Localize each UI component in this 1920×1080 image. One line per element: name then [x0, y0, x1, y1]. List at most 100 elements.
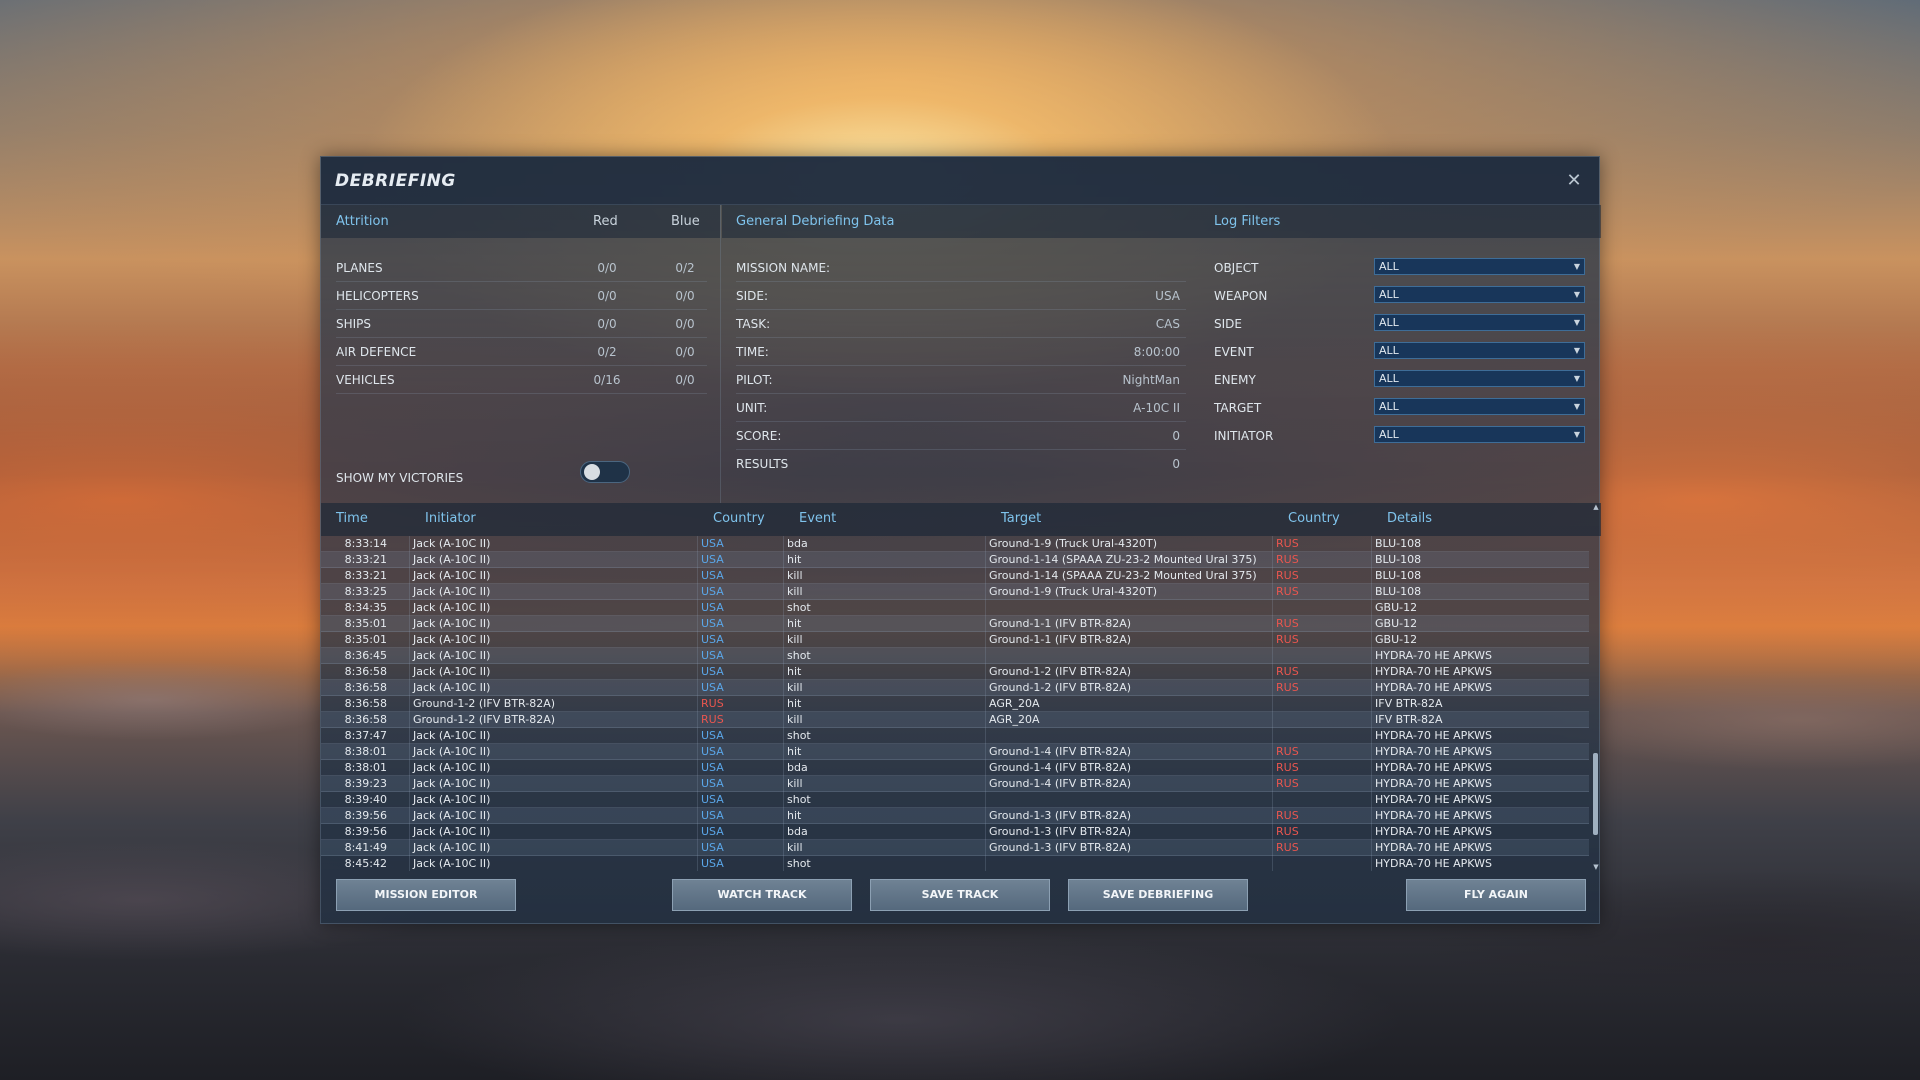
- mission-editor-button[interactable]: MISSION EDITOR: [336, 879, 516, 911]
- log-target: Ground-1-4 (IFV BTR-82A): [989, 777, 1132, 790]
- log-initiator-country: USA: [701, 729, 724, 742]
- log-row[interactable]: 8:33:21 Jack (A-10C II) USA kill Ground-1-14…: [321, 568, 1589, 584]
- scroll-thumb[interactable]: [1593, 753, 1598, 835]
- log-details: HYDRA-70 HE APKWS: [1375, 841, 1492, 854]
- log-event: kill: [787, 633, 803, 646]
- log-target: Ground-1-3 (IFV BTR-82A): [989, 825, 1132, 838]
- scroll-down-icon[interactable]: ▼: [1592, 863, 1600, 871]
- log-details: BLU-108: [1375, 569, 1422, 582]
- log-initiator-country: USA: [701, 569, 724, 582]
- select-value: ALL: [1379, 260, 1399, 273]
- weapon-filter-select[interactable]: ALL ▼: [1374, 286, 1585, 303]
- blue-column-header: Blue: [671, 214, 700, 229]
- log-time: 8:33:21: [344, 569, 387, 582]
- col-header-target[interactable]: Target: [1001, 511, 1041, 526]
- log-row[interactable]: 8:34:35 Jack (A-10C II) USA shot GBU-12: [321, 600, 1589, 616]
- log-initiator: Jack (A-10C II): [413, 809, 491, 822]
- log-initiator-country: USA: [701, 809, 724, 822]
- log-time: 8:36:58: [344, 681, 387, 694]
- target-filter-select[interactable]: ALL ▼: [1374, 398, 1585, 415]
- log-time: 8:38:01: [344, 761, 387, 774]
- log-target: Ground-1-14 (SPAAA ZU-23-2 Mounted Ural …: [989, 569, 1257, 582]
- log-time: 8:34:35: [344, 601, 387, 614]
- col-header-target-country[interactable]: Country: [1288, 511, 1340, 526]
- log-row[interactable]: 8:33:25 Jack (A-10C II) USA kill Ground-1-9 …: [321, 584, 1589, 600]
- chevron-down-icon: ▼: [1573, 290, 1580, 299]
- log-target: Ground-1-4 (IFV BTR-82A): [989, 761, 1132, 774]
- log-row[interactable]: 8:39:56 Jack (A-10C II) USA bda Ground-1-3 (…: [321, 824, 1589, 840]
- event-filter-select[interactable]: ALL ▼: [1374, 342, 1585, 359]
- log-row[interactable]: 8:35:01 Jack (A-10C II) USA hit Ground-1-1 (…: [321, 616, 1589, 632]
- watch-track-button[interactable]: WATCH TRACK: [672, 879, 852, 911]
- log-initiator: Jack (A-10C II): [413, 601, 491, 614]
- log-details: IFV BTR-82A: [1375, 697, 1443, 710]
- log-target-country: RUS: [1276, 585, 1299, 598]
- log-initiator: Jack (A-10C II): [413, 649, 491, 662]
- enemy-filter-select[interactable]: ALL ▼: [1374, 370, 1585, 387]
- event-log: Time Initiator Country Event Target Coun…: [321, 503, 1601, 871]
- log-target: Ground-1-14 (SPAAA ZU-23-2 Mounted Ural …: [989, 553, 1257, 566]
- attrition-label: SHIPS: [336, 316, 372, 331]
- log-event: shot: [787, 649, 811, 662]
- log-initiator: Jack (A-10C II): [413, 745, 491, 758]
- log-initiator-country: USA: [701, 633, 724, 646]
- log-row[interactable]: 8:39:56 Jack (A-10C II) USA hit Ground-1-3 (…: [321, 808, 1589, 824]
- log-row[interactable]: 8:38:01 Jack (A-10C II) USA hit Ground-1-4 (…: [321, 744, 1589, 760]
- col-header-country[interactable]: Country: [713, 511, 765, 526]
- close-icon[interactable]: ✕: [1563, 170, 1585, 192]
- log-row[interactable]: 8:33:14 Jack (A-10C II) USA bda Ground-1-9 (…: [321, 536, 1589, 552]
- log-row[interactable]: 8:37:47 Jack (A-10C II) USA shot HYDRA-70 HE…: [321, 728, 1589, 744]
- initiator-filter-select[interactable]: ALL ▼: [1374, 426, 1585, 443]
- fly-again-button[interactable]: FLY AGAIN: [1406, 879, 1586, 911]
- log-row[interactable]: 8:39:40 Jack (A-10C II) USA shot HYDRA-70 HE…: [321, 792, 1589, 808]
- log-target: AGR_20A: [989, 697, 1040, 710]
- show-victories-toggle[interactable]: [580, 461, 630, 483]
- log-initiator: Jack (A-10C II): [413, 761, 491, 774]
- scroll-up-icon[interactable]: ▲: [1592, 503, 1600, 511]
- log-row[interactable]: 8:45:42 Jack (A-10C II) USA shot HYDRA-70 HE…: [321, 856, 1589, 871]
- log-row[interactable]: 8:38:01 Jack (A-10C II) USA bda Ground-1-4 (…: [321, 760, 1589, 776]
- attrition-label: VEHICLES: [336, 372, 395, 387]
- log-row[interactable]: 8:36:45 Jack (A-10C II) USA shot HYDRA-70 HE…: [321, 648, 1589, 664]
- col-header-details[interactable]: Details: [1387, 511, 1432, 526]
- object-filter-select[interactable]: ALL ▼: [1374, 258, 1585, 275]
- blue-value: 0/0: [675, 288, 695, 303]
- log-row[interactable]: 8:36:58 Ground-1-2 (IFV BTR-82A) RUS hit AGR…: [321, 696, 1589, 712]
- general-rows: MISSION NAME: SIDE: USA TASK: CAS TIME: 8:0…: [736, 254, 1186, 478]
- log-details: HYDRA-70 HE APKWS: [1375, 649, 1492, 662]
- log-row[interactable]: 8:36:58 Jack (A-10C II) USA kill Ground-1-2 …: [321, 680, 1589, 696]
- log-row[interactable]: 8:41:49 Jack (A-10C II) USA kill Ground-1-3 …: [321, 840, 1589, 856]
- log-target-country: RUS: [1276, 553, 1299, 566]
- log-initiator: Jack (A-10C II): [413, 665, 491, 678]
- log-row[interactable]: 8:36:58 Jack (A-10C II) USA hit Ground-1-2 (…: [321, 664, 1589, 680]
- log-details: BLU-108: [1375, 537, 1422, 550]
- log-row[interactable]: 8:33:21 Jack (A-10C II) USA hit Ground-1-14 …: [321, 552, 1589, 568]
- log-event: kill: [787, 777, 803, 790]
- log-initiator: Jack (A-10C II): [413, 553, 491, 566]
- log-row[interactable]: 8:35:01 Jack (A-10C II) USA kill Ground-1-1 …: [321, 632, 1589, 648]
- debriefing-dialog: DEBRIEFING ✕ Attrition Red Blue PLANES 0…: [320, 156, 1601, 924]
- attrition-panel: Attrition Red Blue PLANES 0/0 0/2 HELICO…: [321, 205, 721, 503]
- log-row[interactable]: 8:39:23 Jack (A-10C II) USA kill Ground-1-4 …: [321, 776, 1589, 792]
- log-initiator-country: USA: [701, 665, 724, 678]
- log-row[interactable]: 8:36:58 Ground-1-2 (IFV BTR-82A) RUS kill AG…: [321, 712, 1589, 728]
- col-header-event[interactable]: Event: [799, 511, 836, 526]
- chevron-down-icon: ▼: [1573, 402, 1580, 411]
- general-value: NightMan: [1122, 372, 1180, 387]
- save-debriefing-button[interactable]: SAVE DEBRIEFING: [1068, 879, 1248, 911]
- col-header-initiator[interactable]: Initiator: [425, 511, 476, 526]
- log-event: hit: [787, 617, 802, 630]
- general-label: UNIT:: [736, 400, 768, 415]
- col-header-time[interactable]: Time: [336, 511, 368, 526]
- side-filter-select[interactable]: ALL ▼: [1374, 314, 1585, 331]
- log-details: BLU-108: [1375, 553, 1422, 566]
- log-event: shot: [787, 857, 811, 870]
- log-target: Ground-1-1 (IFV BTR-82A): [989, 617, 1132, 630]
- filter-label: TARGET: [1214, 401, 1262, 415]
- save-track-button[interactable]: SAVE TRACK: [870, 879, 1050, 911]
- toggle-knob: [584, 464, 600, 480]
- log-details: HYDRA-70 HE APKWS: [1375, 809, 1492, 822]
- log-details: HYDRA-70 HE APKWS: [1375, 825, 1492, 838]
- log-scrollbar[interactable]: ▲ ▼: [1591, 503, 1601, 871]
- log-initiator-country: USA: [701, 825, 724, 838]
